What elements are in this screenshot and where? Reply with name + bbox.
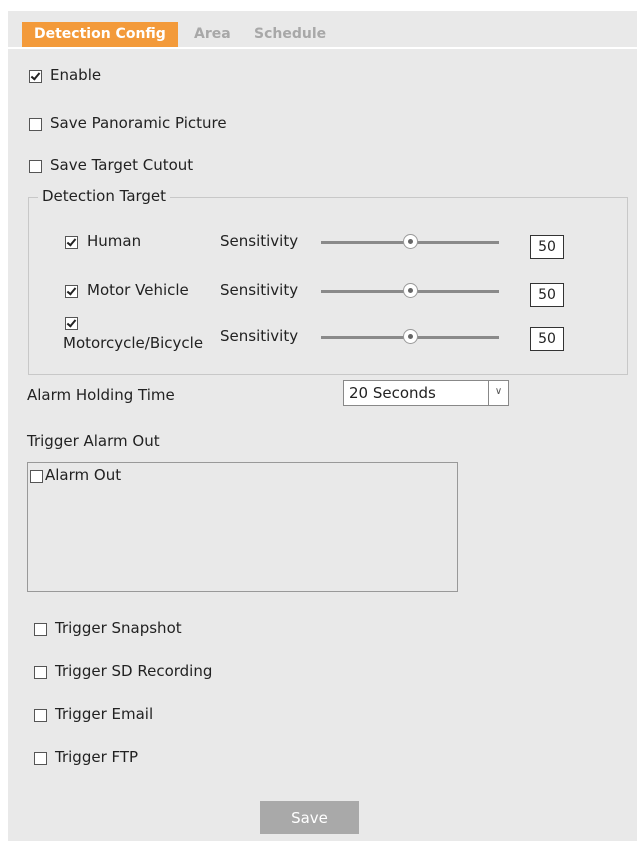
motor-vehicle-sensitivity-thumb[interactable] [402,283,418,298]
trigger-sd-recording-label: Trigger SD Recording [55,662,213,680]
save-button[interactable]: Save [260,801,359,834]
config-panel: Detection Config Area Schedule Enable Sa… [8,11,637,841]
trigger-snapshot-label: Trigger Snapshot [55,619,182,637]
alarm-out-checkbox[interactable] [30,470,43,483]
tab-bar: Detection Config Area Schedule [8,11,637,49]
tab-schedule[interactable]: Schedule [254,22,326,47]
human-checkbox[interactable] [65,236,78,249]
human-sensitivity-thumb[interactable] [402,234,418,249]
trigger-alarm-out-label: Trigger Alarm Out [27,432,160,450]
motorcycle-bicycle-sensitivity-thumb[interactable] [402,329,418,344]
motor-vehicle-sensitivity-value[interactable]: 50 [530,283,564,307]
alarm-holding-time-label: Alarm Holding Time [27,386,175,404]
save-panoramic-checkbox[interactable] [29,118,42,131]
tab-area[interactable]: Area [194,22,231,47]
save-panoramic-label: Save Panoramic Picture [50,114,227,132]
save-target-cutout-label: Save Target Cutout [50,156,194,174]
alarm-holding-time-select[interactable]: 20 Seconds ∨ [343,380,509,406]
alarm-holding-time-value: 20 Seconds [349,384,436,402]
trigger-ftp-label: Trigger FTP [55,748,139,766]
motorcycle-bicycle-sensitivity-label: Sensitivity [220,327,299,345]
trigger-snapshot-checkbox[interactable] [34,623,47,636]
trigger-sd-recording-checkbox[interactable] [34,666,47,679]
tab-detection-config[interactable]: Detection Config [22,22,178,47]
save-target-cutout-checkbox[interactable] [29,160,42,173]
enable-label: Enable [50,66,102,84]
motor-vehicle-sensitivity-label: Sensitivity [220,281,299,299]
motorcycle-bicycle-label: Motorcycle/Bicycle [63,334,204,352]
motor-vehicle-checkbox[interactable] [65,285,78,298]
motorcycle-bicycle-sensitivity-value[interactable]: 50 [530,327,564,351]
human-sensitivity-value[interactable]: 50 [530,235,564,259]
motor-vehicle-label: Motor Vehicle [87,281,189,299]
trigger-email-label: Trigger Email [55,705,154,723]
trigger-ftp-checkbox[interactable] [34,752,47,765]
human-label: Human [87,232,142,250]
enable-checkbox[interactable] [29,70,42,83]
motorcycle-bicycle-checkbox[interactable] [65,317,78,330]
trigger-email-checkbox[interactable] [34,709,47,722]
detection-target-legend: Detection Target [38,187,171,205]
chevron-down-icon[interactable]: ∨ [488,381,508,405]
alarm-out-list: Alarm Out [27,462,458,592]
alarm-out-label: Alarm Out [45,466,122,484]
human-sensitivity-label: Sensitivity [220,232,299,250]
